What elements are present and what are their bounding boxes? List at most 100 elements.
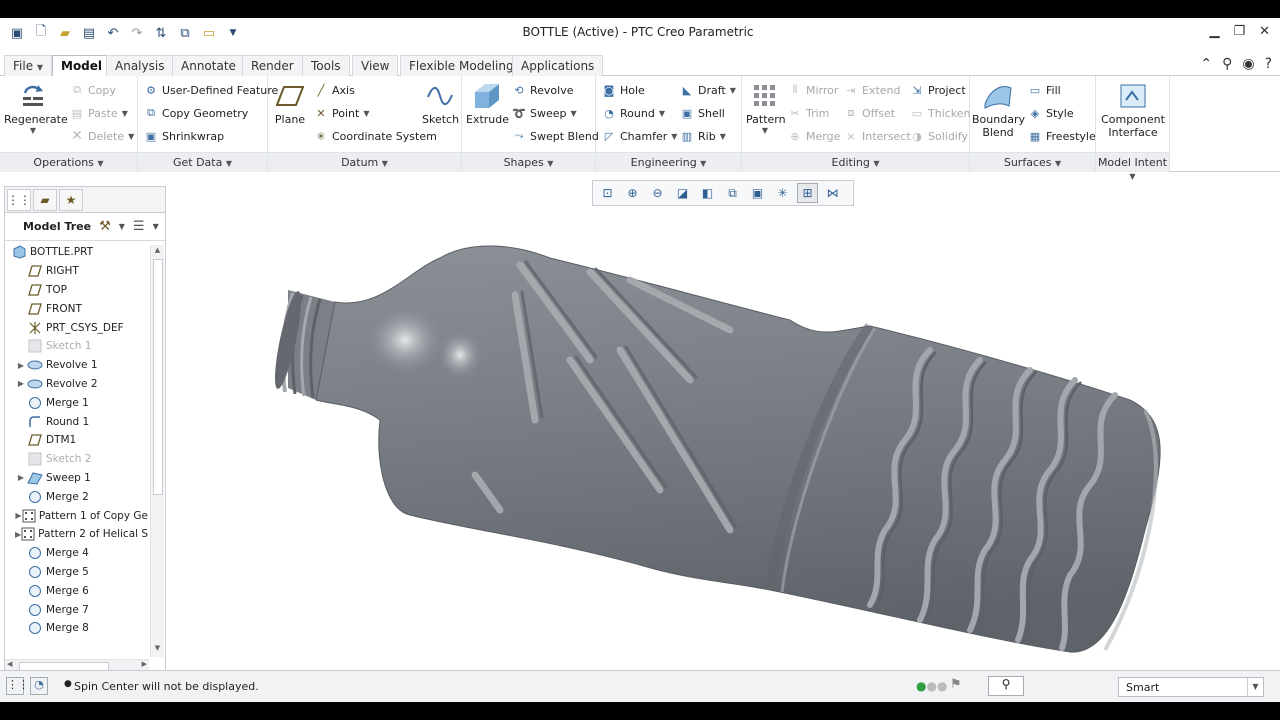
tree-item[interactable]: Sketch 2	[5, 450, 148, 469]
model-intent-group-label[interactable]: Model Intent ▼	[1096, 152, 1169, 181]
tree-item[interactable]: Merge 4	[5, 544, 148, 563]
editing-group-label[interactable]: Editing ▼	[742, 152, 969, 172]
tree-item[interactable]: RIGHT	[5, 262, 148, 281]
graphics-toolbar-toggle-icon[interactable]: ⋮⋮	[6, 677, 29, 695]
tree-item[interactable]: Merge 1	[5, 393, 148, 412]
tree-item[interactable]: PRT_CSYS_DEF	[5, 318, 148, 337]
find-icon[interactable]: ⚲	[988, 676, 1024, 696]
graphics-window[interactable]	[170, 210, 1275, 668]
minimize-icon[interactable]: ▁	[1209, 24, 1219, 39]
tree-item[interactable]: Round 1	[5, 412, 148, 431]
sketch-button[interactable]: Sketch	[422, 82, 459, 126]
help-center-icon[interactable]: ◉	[1242, 56, 1254, 72]
expand-arrow-icon[interactable]: ▶	[15, 511, 22, 520]
search-icon[interactable]: ⚲	[1222, 56, 1232, 72]
zoom-out-icon[interactable]: ⊖	[647, 183, 668, 203]
tree-item[interactable]: ▶ Sweep 1	[5, 469, 148, 488]
solidify-button[interactable]: ◑ Solidify	[910, 129, 968, 143]
tree-settings-icon[interactable]: ⚒	[99, 219, 111, 234]
tab-applications[interactable]: Applications	[512, 55, 604, 76]
tree-item[interactable]: TOP	[5, 281, 148, 300]
engineering-group-label[interactable]: Engineering ▼	[596, 152, 741, 172]
shell-button[interactable]: ▣ Shell	[680, 106, 725, 120]
tree-item[interactable]: ▶ Pattern 2 of Helical Sv	[5, 525, 148, 544]
merge-button[interactable]: ⊕ Merge	[788, 129, 840, 143]
copy-geometry-button[interactable]: ⧉ Copy Geometry	[144, 106, 248, 120]
expand-arrow-icon[interactable]: ▶	[15, 361, 27, 370]
draft-button[interactable]: ◣ Draft ▼	[680, 83, 736, 97]
tab-render[interactable]: Render	[242, 55, 303, 76]
datum-display-icon[interactable]: ✳	[772, 183, 793, 203]
tree-item[interactable]: DTM1	[5, 431, 148, 450]
extend-button[interactable]: ⇥ Extend	[844, 83, 900, 97]
thicken-button[interactable]: ▭ Thicken	[910, 106, 971, 120]
help-icon[interactable]: ?	[1265, 56, 1272, 72]
view-manager-icon[interactable]: ▣	[747, 183, 768, 203]
tree-item[interactable]: BOTTLE.PRT	[5, 243, 148, 262]
freestyle-button[interactable]: ▦ Freestyle	[1028, 129, 1096, 143]
boundary-blend-button[interactable]: Boundary Blend	[972, 82, 1025, 139]
shrinkwrap-button[interactable]: ▣ Shrinkwrap	[144, 129, 224, 143]
plane-button[interactable]: Plane	[272, 82, 308, 126]
tree-item[interactable]: Merge 2	[5, 487, 148, 506]
tree-item[interactable]: ▶ Pattern 1 of Copy Ge	[5, 506, 148, 525]
restore-icon[interactable]: ❐	[1233, 24, 1245, 39]
show-icon[interactable]: ☰	[133, 219, 145, 234]
fill-button[interactable]: ▭ Fill	[1028, 83, 1061, 97]
tab-model[interactable]: Model	[52, 55, 112, 77]
tree-item[interactable]: Sketch 1	[5, 337, 148, 356]
tab-view[interactable]: View	[352, 55, 399, 76]
tree-item[interactable]: Merge 8	[5, 619, 148, 638]
tree-vertical-scrollbar[interactable]: ▲ ▼	[150, 245, 164, 657]
repaint-icon[interactable]: ◪	[672, 183, 693, 203]
tree-item[interactable]: Merge 5	[5, 563, 148, 582]
tab-tools[interactable]: Tools	[302, 55, 350, 76]
tree-item[interactable]: Merge 7	[5, 600, 148, 619]
point-button[interactable]: ✕ Point ▼	[314, 106, 369, 120]
selection-filter-dropdown[interactable]: Smart ▼	[1118, 677, 1264, 697]
extrude-button[interactable]: Extrude	[466, 82, 509, 126]
tab-analysis[interactable]: Analysis	[106, 55, 174, 76]
rib-button[interactable]: ▥ Rib ▼	[680, 129, 726, 143]
tree-item[interactable]: ▶ Revolve 2	[5, 375, 148, 394]
datum-group-label[interactable]: Datum ▼	[268, 152, 461, 172]
trim-button[interactable]: ✂ Trim	[788, 106, 829, 120]
tab-file[interactable]: File ▼	[4, 55, 53, 76]
hole-button[interactable]: ◙ Hole	[602, 83, 645, 97]
surfaces-group-label[interactable]: Surfaces ▼	[970, 152, 1095, 172]
mirror-button[interactable]: ⫴ Mirror	[788, 83, 839, 97]
favorites-tab-icon[interactable]: ★	[59, 189, 83, 211]
annotation-display-icon[interactable]: ⋈	[822, 183, 843, 203]
model-tree-tab-icon[interactable]: ⋮⋮	[7, 189, 31, 211]
swept-blend-button[interactable]: ⤳ Swept Blend	[512, 129, 599, 143]
tab-annotate[interactable]: Annotate	[172, 55, 245, 76]
browser-toggle-icon[interactable]: ◔	[30, 677, 48, 695]
get-data-group-label[interactable]: Get Data ▼	[138, 152, 267, 172]
close-icon[interactable]: ✕	[1259, 24, 1270, 39]
folder-browser-tab-icon[interactable]: ▰	[33, 189, 57, 211]
delete-button[interactable]: ✕ Delete ▼	[70, 128, 134, 144]
tree-item[interactable]: FRONT	[5, 299, 148, 318]
component-interface-button[interactable]: Component Interface	[1098, 82, 1168, 139]
style-button[interactable]: ◈ Style	[1028, 106, 1074, 120]
display-style-icon[interactable]: ◧	[697, 183, 718, 203]
chamfer-button[interactable]: ◸ Chamfer ▼	[602, 129, 678, 143]
tree-item[interactable]: ▶ Revolve 1	[5, 356, 148, 375]
revolve-button[interactable]: ⟲ Revolve	[512, 83, 573, 97]
shapes-group-label[interactable]: Shapes ▼	[462, 152, 595, 172]
tab-flexible-modeling[interactable]: Flexible Modeling	[400, 55, 523, 76]
expand-arrow-icon[interactable]: ▶	[15, 379, 27, 388]
bottle-model[interactable]	[270, 245, 1161, 653]
axis-button[interactable]: ╱ Axis	[314, 83, 355, 97]
offset-button[interactable]: ⧈ Offset	[844, 106, 896, 120]
expand-arrow-icon[interactable]: ▶	[15, 473, 27, 482]
udf-button[interactable]: ⚙ User-Defined Feature	[144, 83, 278, 97]
saved-orientations-icon[interactable]: ⧉	[722, 183, 743, 203]
pattern-button[interactable]: Pattern ▼	[746, 82, 786, 135]
copy-button[interactable]: ⧉ Copy	[70, 83, 116, 97]
zoom-in-icon[interactable]: ⊕	[622, 183, 643, 203]
round-button[interactable]: ◔ Round ▼	[602, 106, 665, 120]
regenerate-button[interactable]: Regenerate ▼	[4, 82, 68, 135]
tree-item[interactable]: Merge 6	[5, 581, 148, 600]
coordinate-system-button[interactable]: ✳ Coordinate System	[314, 129, 436, 143]
